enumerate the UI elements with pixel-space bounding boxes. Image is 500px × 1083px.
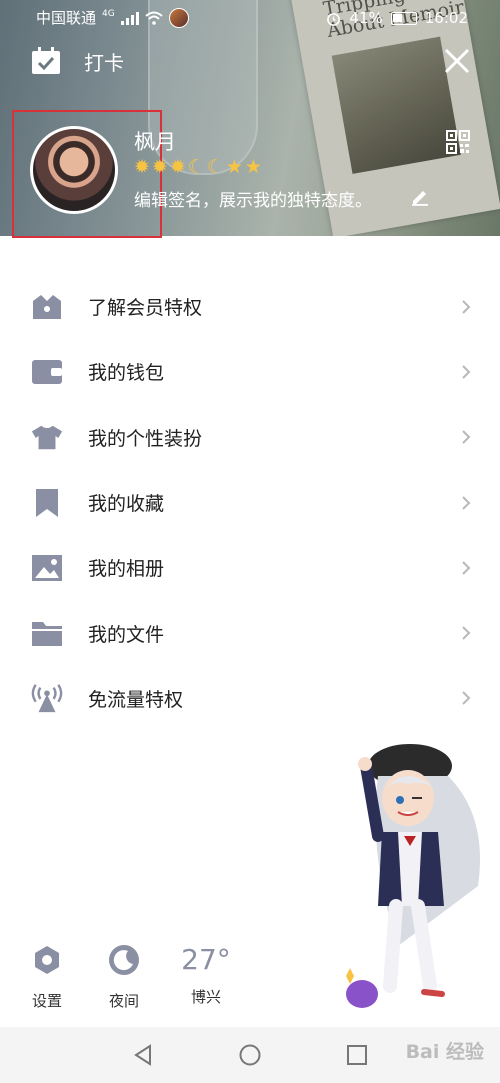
system-navigation-bar: Bai 经验 bbox=[0, 1027, 500, 1083]
settings-button[interactable]: 设置 bbox=[17, 944, 77, 1011]
menu-item-label: 我的个性装扮 bbox=[88, 427, 203, 450]
wallet-icon bbox=[31, 356, 63, 388]
status-bar: 中国联通 4G 41% 16:02 bbox=[0, 0, 500, 36]
watermark: Bai 经验 bbox=[405, 1041, 484, 1063]
chevron-right-icon bbox=[462, 561, 471, 575]
checkin-button[interactable]: 打卡 bbox=[30, 46, 124, 76]
chevron-right-icon bbox=[462, 691, 471, 706]
battery-icon bbox=[390, 11, 417, 25]
level-star-icon: ★ bbox=[225, 156, 243, 178]
menu-item-album[interactable]: 我的相册 bbox=[0, 535, 500, 600]
crown-icon bbox=[31, 291, 63, 323]
menu-item-label: 我的相册 bbox=[88, 558, 165, 581]
level-star-icon: ★ bbox=[244, 156, 262, 178]
clock: 16:02 bbox=[424, 9, 468, 27]
level-moon-icon: ☾ bbox=[206, 156, 224, 178]
settings-label: 设置 bbox=[31, 992, 62, 1010]
chevron-right-icon bbox=[462, 430, 471, 444]
chevron-right-icon bbox=[462, 365, 471, 379]
edit-pencil-icon[interactable] bbox=[410, 186, 430, 206]
network-type: 4G bbox=[102, 9, 115, 19]
qr-code-icon[interactable] bbox=[446, 130, 470, 154]
menu-item-label: 我的钱包 bbox=[88, 362, 165, 385]
chevron-right-icon bbox=[462, 495, 471, 510]
notification-avatar-icon bbox=[168, 8, 189, 28]
signal-icon bbox=[120, 11, 139, 25]
recents-square-icon[interactable] bbox=[345, 1043, 369, 1067]
level-badges[interactable]: ✹ ✹ ✹ ☾ ☾ ★ ★ bbox=[134, 155, 262, 179]
folder-icon bbox=[31, 617, 63, 649]
checkin-label: 打卡 bbox=[84, 50, 124, 75]
menu-item-label: 我的收藏 bbox=[88, 493, 165, 516]
weather-widget[interactable]: 27° 博兴 bbox=[174, 944, 238, 1007]
level-moon-icon: ☾ bbox=[187, 156, 205, 178]
level-sun-icon: ✹ bbox=[151, 156, 168, 178]
menu-item-favorites[interactable]: 我的收藏 bbox=[0, 470, 500, 535]
menu-item-label: 了解会员特权 bbox=[88, 297, 203, 320]
menu-item-personalization[interactable]: 我的个性装扮 bbox=[0, 405, 500, 470]
photo-icon bbox=[31, 552, 63, 584]
menu-item-label: 免流量特权 bbox=[88, 688, 184, 711]
city-name: 博兴 bbox=[190, 988, 221, 1006]
close-icon[interactable] bbox=[442, 46, 472, 76]
menu-item-free-data[interactable]: 免流量特权 bbox=[0, 666, 500, 731]
carrier-name: 中国联通 bbox=[36, 9, 97, 27]
night-mode-label: 夜间 bbox=[108, 992, 139, 1010]
settings-hexagon-icon bbox=[35, 946, 59, 974]
menu-item-label: 我的文件 bbox=[88, 623, 165, 646]
signature-text[interactable]: 编辑签名，展示我的独特态度。 bbox=[134, 186, 372, 211]
cartoon-character-illustration[interactable] bbox=[338, 736, 500, 1016]
back-triangle-icon[interactable] bbox=[131, 1043, 155, 1067]
avatar[interactable] bbox=[30, 126, 118, 214]
wifi-icon bbox=[145, 11, 163, 25]
level-sun-icon: ✹ bbox=[134, 156, 150, 178]
menu-item-wallet[interactable]: 我的钱包 bbox=[0, 339, 500, 404]
calendar-check-icon bbox=[32, 47, 60, 74]
nickname[interactable]: 枫月 bbox=[134, 126, 176, 156]
home-circle-icon[interactable] bbox=[238, 1043, 262, 1067]
chevron-right-icon bbox=[462, 299, 471, 314]
moon-icon bbox=[109, 945, 139, 975]
signal-tower-icon bbox=[31, 682, 63, 714]
chevron-right-icon bbox=[462, 626, 471, 640]
level-sun-icon: ✹ bbox=[169, 156, 186, 178]
shirt-icon bbox=[31, 421, 63, 453]
menu-item-files[interactable]: 我的文件 bbox=[0, 600, 500, 665]
side-menu: 了解会员特权 我的钱包 我的个性装扮 我的收藏 我的相册 我的文件 免流量特权 bbox=[0, 274, 500, 731]
bookmark-icon bbox=[31, 487, 63, 519]
night-mode-button[interactable]: 夜间 bbox=[94, 944, 154, 1011]
battery-percent: 41% bbox=[349, 9, 383, 27]
menu-item-vip-privileges[interactable]: 了解会员特权 bbox=[0, 274, 500, 339]
alarm-icon bbox=[327, 12, 341, 26]
temperature: 27° bbox=[181, 943, 231, 976]
